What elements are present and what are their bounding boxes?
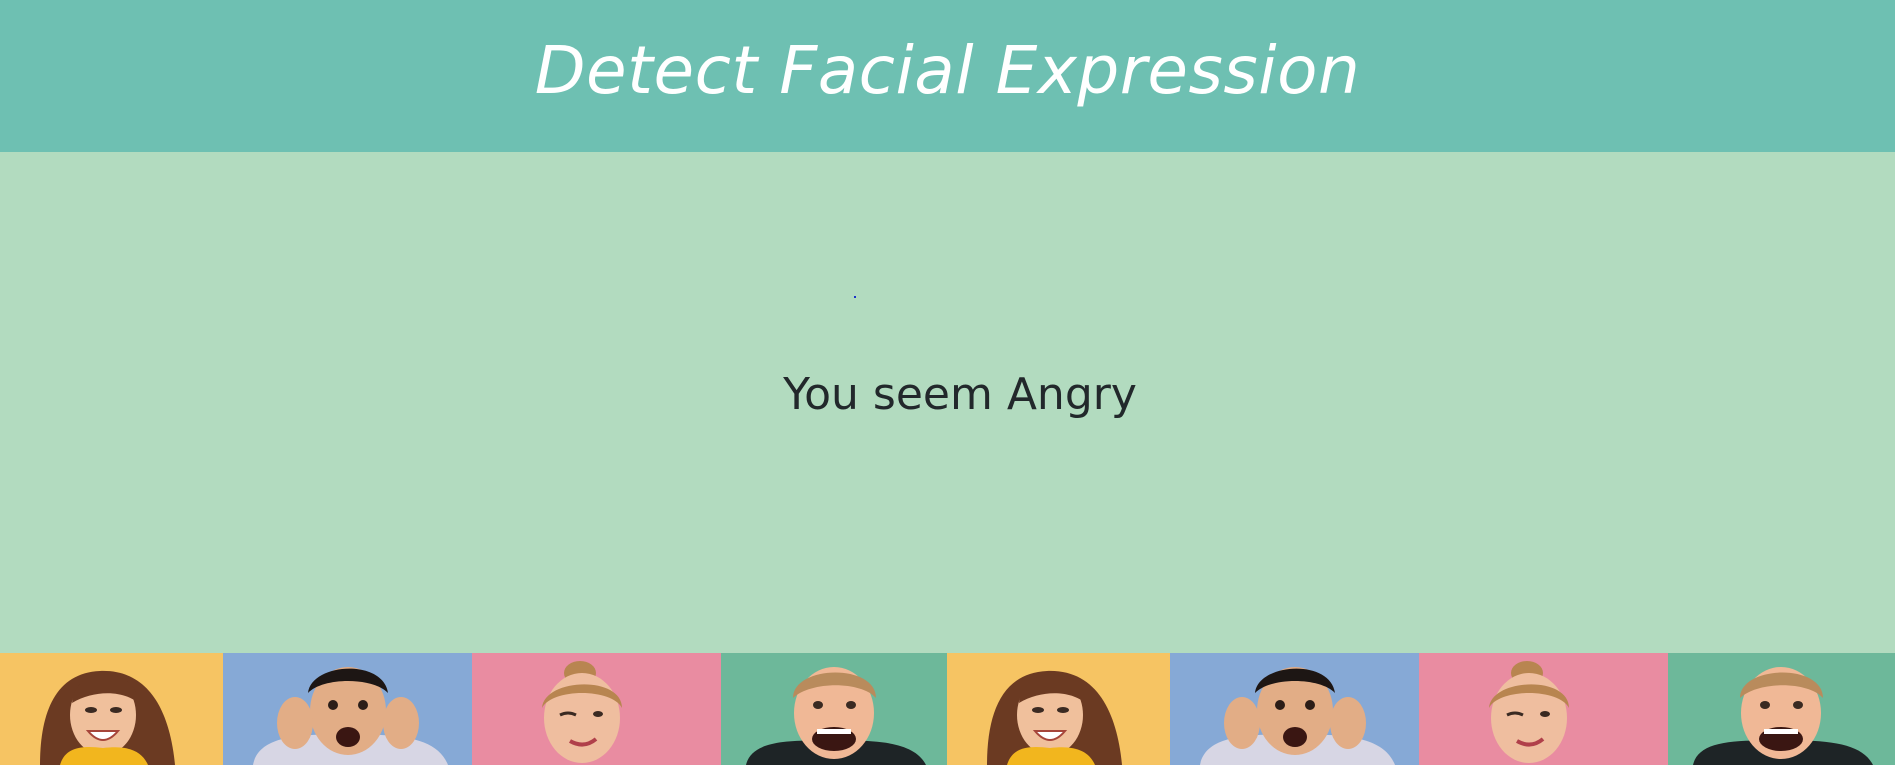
face-tile-woman-winking <box>472 653 721 765</box>
face-tile-woman-laughing <box>947 653 1170 765</box>
faces-banner <box>0 653 1895 765</box>
page-title: Detect Facial Expression <box>534 31 1361 109</box>
face-tile-man-screaming <box>1668 653 1895 765</box>
video-feed <box>854 296 856 298</box>
face-tile-man-shocked <box>223 653 472 765</box>
page-header: Detect Facial Expression <box>0 0 1895 152</box>
face-tile-man-shocked <box>1170 653 1419 765</box>
main-content: You seem Angry <box>0 152 1895 653</box>
face-tile-woman-winking <box>1419 653 1668 765</box>
face-tile-woman-laughing <box>0 653 223 765</box>
face-tile-man-screaming <box>721 653 947 765</box>
expression-result: You seem Angry <box>783 369 1137 420</box>
